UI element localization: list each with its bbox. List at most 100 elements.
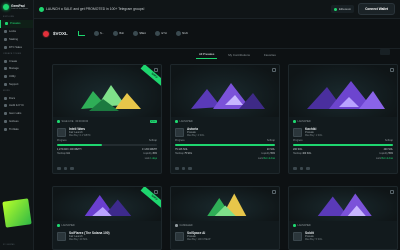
sidebar-item-gem-labs[interactable]: Gem Labs xyxy=(0,110,33,118)
favorite-icon[interactable] xyxy=(390,190,394,194)
sidebar-item-docs[interactable]: Docs xyxy=(0,94,33,102)
countdown: 00:00:00:00 xyxy=(75,120,89,123)
promo-banner-text[interactable]: LAUNCH a SALE and get PROMOTED in 100+ T… xyxy=(46,7,144,11)
lock-value: Burn & Fav xyxy=(263,157,276,160)
token-avatar xyxy=(155,31,160,36)
progress-label: Progress xyxy=(175,139,185,142)
twitter-icon[interactable] xyxy=(181,166,185,170)
globe-icon[interactable] xyxy=(57,166,61,170)
progress-fill xyxy=(175,143,275,146)
softcap-value: 20 SOL xyxy=(266,147,275,151)
filter-button[interactable] xyxy=(380,49,390,55)
liquidity-value: 45% xyxy=(152,153,157,155)
telegram-icon[interactable] xyxy=(188,166,192,170)
lock-value: Burn & Fav xyxy=(381,157,394,160)
favorite-icon[interactable] xyxy=(154,190,158,194)
sidebar-item-timsale[interactable]: TimSale xyxy=(0,125,33,133)
ticker-item[interactable]: Bolt xyxy=(112,31,124,36)
lock-value: 1 days xyxy=(150,157,157,160)
sale-status: LAUNCHED xyxy=(61,224,75,227)
favorite-icon[interactable] xyxy=(390,68,394,72)
softcap-value: 0 / 200 WETH xyxy=(141,147,157,151)
softcap-label: Softcap xyxy=(266,139,275,142)
sidebar-item-label: Utility xyxy=(9,75,16,79)
sidebar-item-locks[interactable]: Locks xyxy=(0,28,33,36)
progress-bar xyxy=(293,143,393,146)
sidebar-item-audit[interactable]: Audit & KYC xyxy=(0,102,33,110)
status-dot-icon xyxy=(175,120,178,123)
brand[interactable]: GemPad Launch the Gems xyxy=(0,0,33,14)
telegram-icon[interactable] xyxy=(306,166,310,170)
presale-card[interactable]: CANCELED SolSpace AI Presale Max Buy: 10… xyxy=(170,186,280,250)
network-selector[interactable]: Ethereum xyxy=(330,5,355,13)
network-label: Ethereum xyxy=(338,7,352,11)
liquidity-label: Liquidity xyxy=(143,153,152,155)
sidebar-item-label: Staking xyxy=(9,37,18,41)
hardcap-value: Unl xyxy=(66,153,70,155)
connect-wallet-button[interactable]: Connect Wallet xyxy=(358,3,395,15)
token-avatar xyxy=(42,29,50,38)
liquidity-label: Liquidity xyxy=(261,153,270,155)
presale-card[interactable]: SAFU LAUNCHED SolFlarex (The Solana 100)… xyxy=(52,186,162,250)
gem-artwork-icon xyxy=(81,85,141,111)
coins-icon xyxy=(4,37,7,41)
sidebar-item-manage[interactable]: Manage xyxy=(0,65,33,73)
wrench-icon xyxy=(4,75,7,79)
project-avatar xyxy=(175,231,184,241)
promo-banner[interactable] xyxy=(2,198,32,228)
sidebar-item-dtc-sales[interactable]: DTC Sales xyxy=(0,43,33,51)
presale-card[interactable]: SAFU SALE LIVE 00:00:00:00 KYC Inteli Wa… xyxy=(52,64,162,174)
tab-all-presales[interactable]: All Presales xyxy=(196,50,218,59)
raised-amount: 1,274.018 / 200 WETH xyxy=(57,147,82,151)
twitter-icon[interactable] xyxy=(63,166,67,170)
sidebar-item-staking[interactable]: Staking xyxy=(0,36,33,44)
sidebar: GemPad Launch the Gems EXPLORE Presales … xyxy=(0,0,34,250)
kyc-badge: KYC xyxy=(149,119,157,124)
network-icon xyxy=(333,7,337,11)
liquidity-value: 55% xyxy=(388,153,393,155)
trending-chart-icon xyxy=(77,31,85,36)
ticker-item[interactable]: ETH xyxy=(155,31,167,36)
presale-card[interactable]: LAUNCHED Astoria Presale Max Buy: 2 SOL … xyxy=(170,64,280,174)
globe-icon[interactable] xyxy=(293,166,297,170)
telegram-icon[interactable] xyxy=(70,166,74,170)
help-icon xyxy=(4,82,7,86)
ticker-item[interactable]: $CAI xyxy=(175,31,188,36)
presale-card[interactable]: LAUNCHED Kachiki Presale Max Buy: 1 SOL … xyxy=(288,64,398,174)
progress-label: Progress xyxy=(293,139,303,142)
plus-icon xyxy=(4,59,7,63)
favorite-icon[interactable] xyxy=(154,68,158,72)
sidebar-item-support[interactable]: Support xyxy=(0,80,33,88)
globe-icon[interactable] xyxy=(175,166,179,170)
ticker-item[interactable]: $SEA xyxy=(132,31,146,36)
ticker-symbol: $SEA xyxy=(139,32,146,35)
sidebar-item-presales[interactable]: Presales xyxy=(0,20,33,28)
favorite-icon[interactable] xyxy=(272,68,276,72)
ticker-symbol: ETH xyxy=(161,32,167,35)
sidebar-footer: BY GEMPAD xyxy=(3,244,15,246)
tab-my-contributions[interactable]: My Contributions xyxy=(225,51,253,59)
ticker-item[interactable]: $... xyxy=(93,31,104,36)
sidebar-item-utility[interactable]: Utility xyxy=(0,73,33,81)
lock-label: Lock xyxy=(258,157,263,160)
project-avatar xyxy=(293,231,302,241)
gem-artwork-icon xyxy=(307,81,385,109)
sidebar-item-label: Presales xyxy=(10,22,21,26)
hardcap-value: 75 SOL xyxy=(184,153,193,155)
token-avatar xyxy=(93,31,99,36)
status-dot-icon xyxy=(293,120,296,123)
gem-artwork-icon xyxy=(84,195,132,216)
announcement-icon xyxy=(39,6,44,12)
twitter-icon[interactable] xyxy=(299,166,303,170)
presale-card[interactable]: LAUNCHED Soldit Presale Max Buy: 5 SOL xyxy=(288,186,398,250)
tab-favorites[interactable]: Favorites xyxy=(261,51,279,59)
lock-icon xyxy=(4,30,7,34)
sidebar-item-gofees[interactable]: GoFees xyxy=(0,118,33,126)
sidebar-item-create[interactable]: Create xyxy=(0,57,33,65)
raised-amount: 200 SOL xyxy=(293,147,303,151)
gem-artwork-icon xyxy=(191,83,265,109)
featured-token[interactable]: $VOXL xyxy=(42,29,68,38)
status-dot-icon xyxy=(175,224,178,227)
favorite-icon[interactable] xyxy=(272,190,276,194)
app-tagline: Launch the Gems xyxy=(11,8,29,10)
